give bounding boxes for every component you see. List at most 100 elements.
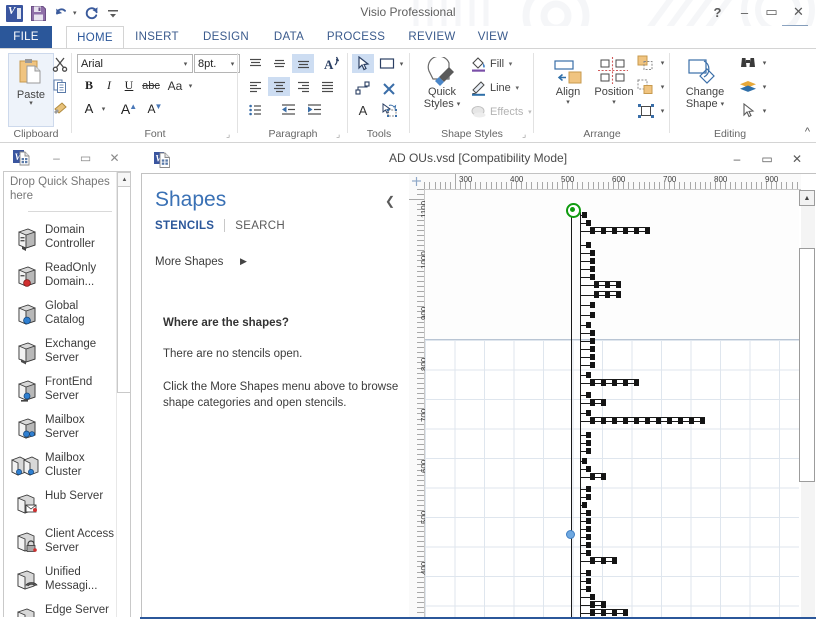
tree-node[interactable] — [586, 550, 591, 556]
list-item[interactable]: FrontEnd Server — [4, 372, 116, 410]
stencil-scroll-up-button[interactable]: ▲ — [117, 172, 130, 187]
tree-node[interactable] — [590, 362, 595, 368]
document-minimize-button[interactable]: – — [722, 149, 752, 169]
bold-button[interactable]: B — [80, 76, 98, 95]
tab-view[interactable]: VIEW — [470, 26, 516, 49]
list-item[interactable]: Global Catalog — [4, 296, 116, 334]
line-button[interactable]: Line ▾ — [470, 78, 521, 98]
tree-node[interactable] — [590, 312, 595, 318]
more-shapes-caret-icon[interactable]: ▶ — [240, 256, 247, 267]
send-backward-button[interactable] — [634, 77, 658, 96]
tree-node[interactable] — [590, 258, 595, 264]
layers-button[interactable] — [736, 77, 760, 96]
tree-node[interactable] — [586, 518, 591, 524]
strikethrough-button[interactable]: abc — [140, 76, 162, 95]
connector-tool-button[interactable] — [352, 79, 374, 98]
grow-font-button[interactable]: A ▲ — [118, 99, 140, 118]
format-painter-button[interactable] — [49, 98, 71, 118]
restore-button[interactable]: ▭ — [758, 2, 785, 22]
group-caret-icon[interactable]: ▾ — [658, 101, 667, 120]
tab-search[interactable]: SEARCH — [235, 220, 285, 232]
tree-node[interactable] — [586, 448, 591, 454]
align-center-button[interactable] — [268, 77, 290, 96]
tree-node[interactable] — [586, 410, 591, 416]
horizontal-ruler[interactable]: 300 400 500 600 700 800 900 — [409, 174, 801, 190]
copy-button[interactable] — [49, 76, 71, 96]
list-item[interactable]: Domain Controller — [4, 220, 116, 258]
change-case-caret-icon[interactable]: ▾ — [186, 76, 195, 95]
align-right-button[interactable] — [292, 77, 314, 96]
underline-button[interactable]: U — [120, 76, 138, 95]
tree-node[interactable] — [586, 220, 591, 226]
select-caret-icon[interactable]: ▾ — [760, 101, 769, 120]
tree-node[interactable] — [582, 502, 587, 508]
tree-node[interactable] — [590, 250, 595, 256]
paragraph-dialog-launcher[interactable]: ⌟ — [336, 130, 345, 139]
tree-node[interactable] — [590, 330, 595, 336]
shrink-font-button[interactable]: A ▼ — [144, 99, 166, 118]
paste-button[interactable]: Paste ▾ — [8, 53, 54, 127]
tree-node[interactable] — [586, 372, 591, 378]
list-item[interactable]: Exchange Server — [4, 334, 116, 372]
tree-node[interactable] — [586, 510, 591, 516]
tab-design[interactable]: DESIGN — [194, 26, 258, 49]
vertical-ruler[interactable]: 1100 1000 900 800 700 600 500 400 — [409, 189, 429, 618]
group-button[interactable] — [634, 101, 658, 120]
rectangle-tool-caret-icon[interactable]: ▾ — [397, 54, 406, 73]
decrease-indent-button[interactable] — [276, 100, 300, 119]
pointer-select-area-button[interactable] — [377, 101, 401, 120]
align-top-button[interactable] — [244, 54, 266, 73]
shapes-pane-collapse-button[interactable]: ❮ — [385, 194, 395, 208]
find-button[interactable] — [736, 53, 760, 72]
text-color-button[interactable]: A — [80, 99, 98, 118]
fill-button[interactable]: Fill ▾ — [470, 54, 514, 74]
list-item[interactable]: Hub Server — [4, 486, 116, 524]
tree-node[interactable] — [586, 466, 591, 472]
bring-forward-button[interactable] — [634, 53, 658, 72]
stencil-minimize-button[interactable]: – — [42, 148, 71, 167]
tree-node[interactable] — [586, 494, 591, 500]
pointer-tool-button[interactable] — [352, 54, 374, 73]
tree-node[interactable] — [590, 266, 595, 272]
change-shape-button[interactable]: Change Shape ▾ — [676, 53, 734, 110]
stencil-scroll-thumb[interactable] — [117, 186, 130, 393]
tree-node[interactable] — [582, 212, 587, 218]
document-restore-button[interactable]: ▭ — [752, 149, 782, 169]
tree-node[interactable] — [586, 322, 591, 328]
tree-node[interactable] — [586, 586, 591, 592]
tab-home[interactable]: HOME — [66, 26, 124, 49]
layers-caret-icon[interactable]: ▾ — [760, 77, 769, 96]
tree-node[interactable] — [590, 354, 595, 360]
align-left-button[interactable] — [244, 77, 266, 96]
tab-stencils[interactable]: STENCILS — [155, 220, 214, 232]
select-button[interactable] — [736, 101, 760, 120]
list-item[interactable]: ReadOnly Domain... — [4, 258, 116, 296]
canvas-scroll-thumb[interactable] — [799, 248, 815, 482]
tree-node[interactable] — [586, 486, 591, 492]
align-button[interactable]: Align ▾ — [542, 53, 594, 106]
tree-node[interactable] — [586, 578, 591, 584]
increase-indent-button[interactable] — [302, 100, 326, 119]
tab-process[interactable]: PROCESS — [320, 26, 392, 49]
bullets-button[interactable] — [244, 100, 266, 119]
tree-node[interactable] — [586, 526, 591, 532]
font-size-input[interactable]: 8pt. ▾ — [194, 54, 240, 73]
tree-node[interactable] — [590, 274, 595, 280]
tree-node[interactable] — [586, 542, 591, 548]
font-family-caret-icon[interactable]: ▾ — [179, 60, 192, 68]
list-item[interactable]: Client Access Server — [4, 524, 116, 562]
canvas-scroll-up-button[interactable]: ▲ — [799, 190, 815, 206]
justify-button[interactable] — [316, 77, 338, 96]
stencil-restore-button[interactable]: ▭ — [71, 148, 100, 167]
tree-node[interactable] — [590, 302, 595, 308]
more-shapes-menu[interactable]: More Shapes — [155, 256, 223, 268]
tree-node[interactable] — [586, 440, 591, 446]
tree-node[interactable] — [586, 432, 591, 438]
tab-review[interactable]: REVIEW — [400, 26, 464, 49]
drawing-canvas[interactable] — [425, 190, 799, 618]
list-item[interactable]: Mailbox Server — [4, 410, 116, 448]
connection-point-button[interactable] — [378, 79, 400, 98]
position-button[interactable]: Position ▾ — [588, 53, 640, 106]
blue-connection-dot[interactable] — [566, 530, 575, 539]
italic-button[interactable]: I — [100, 76, 118, 95]
